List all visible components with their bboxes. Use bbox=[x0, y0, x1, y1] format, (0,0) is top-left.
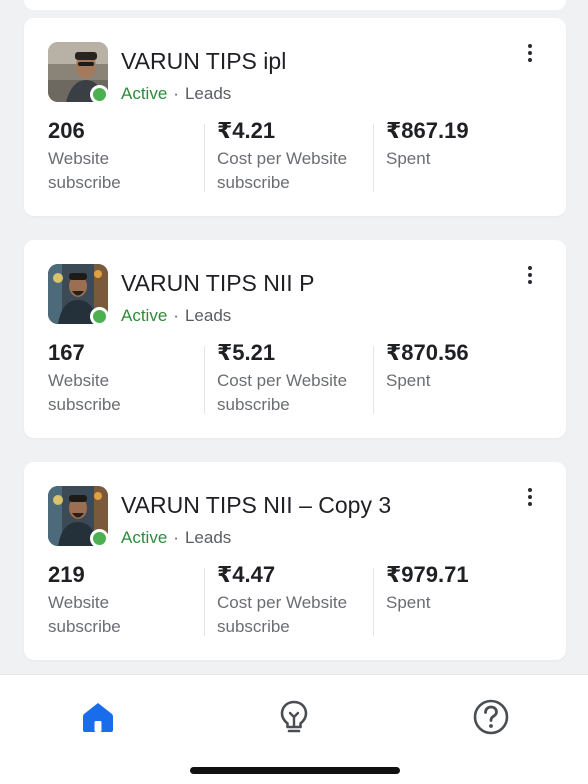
metric-label: Spent bbox=[386, 149, 431, 168]
metric-label: Cost per Website subscribe bbox=[217, 149, 348, 192]
nav-home-button[interactable] bbox=[78, 697, 118, 737]
metric-divider bbox=[373, 346, 374, 414]
metric-divider bbox=[204, 124, 205, 192]
metric-results: 167 Website subscribe bbox=[48, 340, 218, 417]
metric-divider bbox=[204, 568, 205, 636]
metric-value: ₹870.56 bbox=[386, 340, 469, 365]
metric-value: ₹979.71 bbox=[386, 562, 469, 587]
objective-label: Leads bbox=[184, 84, 232, 103]
metric-label: Website subscribe bbox=[48, 593, 121, 636]
metric-value: ₹4.47 bbox=[217, 562, 276, 587]
metric-label: Spent bbox=[386, 371, 431, 390]
metric-label: Cost per Website subscribe bbox=[217, 593, 348, 636]
lightbulb-icon bbox=[280, 700, 308, 733]
home-indicator-bar[interactable] bbox=[190, 767, 400, 774]
metric-divider bbox=[373, 124, 374, 192]
campaign-status-line: Active · Leads bbox=[121, 528, 231, 548]
status-separator: · bbox=[173, 528, 179, 547]
metric-results: 206 Website subscribe bbox=[48, 118, 218, 195]
more-options-icon[interactable] bbox=[520, 262, 540, 288]
metric-label: Website subscribe bbox=[48, 371, 121, 414]
help-icon bbox=[473, 699, 509, 735]
active-status-dot bbox=[90, 307, 109, 326]
metric-divider bbox=[204, 346, 205, 414]
active-status-dot bbox=[90, 529, 109, 548]
status-label: Active bbox=[121, 84, 168, 103]
metric-spent: ₹867.19 Spent bbox=[386, 118, 556, 171]
status-separator: · bbox=[173, 84, 179, 103]
status-label: Active bbox=[121, 528, 168, 547]
status-label: Active bbox=[121, 306, 168, 325]
status-separator: · bbox=[173, 306, 179, 325]
metric-value: ₹5.21 bbox=[217, 340, 276, 365]
campaign-card[interactable]: VARUN TIPS ipl Active · Leads 206 Website … bbox=[24, 18, 566, 216]
home-icon bbox=[83, 703, 113, 732]
metric-label: Spent bbox=[386, 593, 431, 612]
metric-cost-per-result: ₹4.47 Cost per Website subscribe bbox=[217, 562, 387, 639]
bottom-navigation bbox=[0, 674, 588, 784]
metric-label: Cost per Website subscribe bbox=[217, 371, 348, 414]
campaign-name: VARUN TIPS NII – Copy 3 bbox=[121, 492, 392, 518]
active-status-dot bbox=[90, 85, 109, 104]
more-options-icon[interactable] bbox=[520, 40, 540, 66]
metric-spent: ₹979.71 Spent bbox=[386, 562, 556, 615]
metric-divider bbox=[373, 568, 374, 636]
objective-label: Leads bbox=[184, 528, 232, 547]
campaign-name: VARUN TIPS NII P bbox=[121, 270, 315, 296]
metric-value: 206 bbox=[48, 118, 85, 143]
nav-insights-button[interactable] bbox=[274, 697, 314, 737]
metric-label: Website subscribe bbox=[48, 149, 121, 192]
more-options-icon[interactable] bbox=[520, 484, 540, 510]
campaign-status-line: Active · Leads bbox=[121, 306, 231, 326]
metric-value: 167 bbox=[48, 340, 85, 365]
metric-results: 219 Website subscribe bbox=[48, 562, 218, 639]
metric-value: ₹867.19 bbox=[386, 118, 469, 143]
campaign-list-screen: VARUN TIPS ipl Active · Leads 206 Website … bbox=[0, 0, 588, 784]
nav-help-button[interactable] bbox=[471, 697, 511, 737]
metric-value: 219 bbox=[48, 562, 85, 587]
metric-cost-per-result: ₹4.21 Cost per Website subscribe bbox=[217, 118, 387, 195]
campaign-card[interactable]: VARUN TIPS NII P Active · Leads 167 Websit… bbox=[24, 240, 566, 438]
metric-spent: ₹870.56 Spent bbox=[386, 340, 556, 393]
previous-card-edge bbox=[24, 0, 566, 10]
metric-value: ₹4.21 bbox=[217, 118, 276, 143]
objective-label: Leads bbox=[184, 306, 232, 325]
campaign-status-line: Active · Leads bbox=[121, 84, 231, 104]
campaign-name: VARUN TIPS ipl bbox=[121, 48, 287, 74]
campaign-card[interactable]: VARUN TIPS NII – Copy 3 Active · Leads 219… bbox=[24, 462, 566, 660]
metric-cost-per-result: ₹5.21 Cost per Website subscribe bbox=[217, 340, 387, 417]
